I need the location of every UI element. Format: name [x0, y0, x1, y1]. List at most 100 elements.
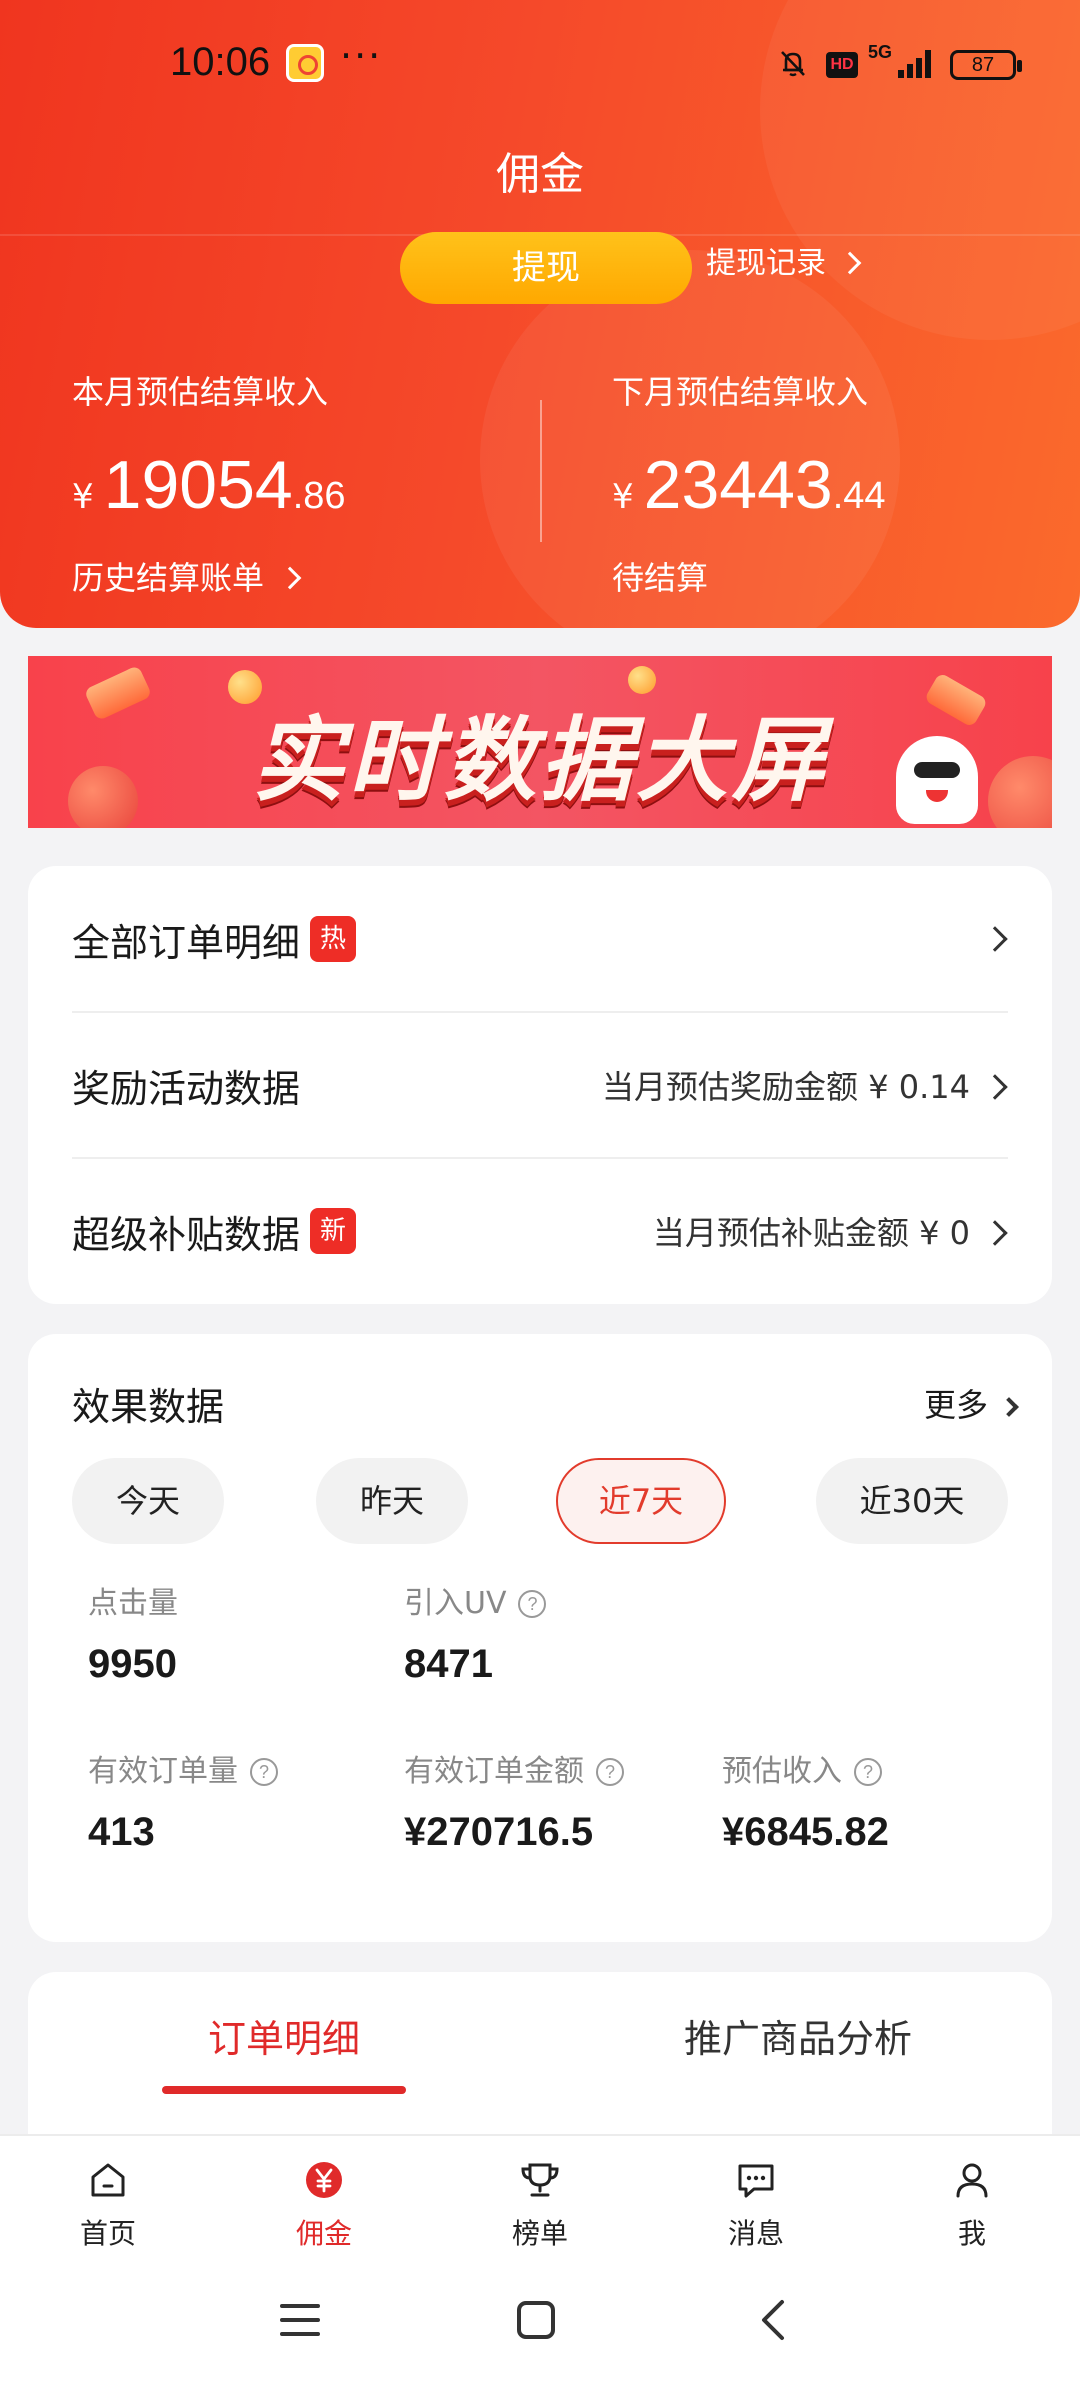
- active-tab-indicator: [162, 2086, 406, 2094]
- nav-label: 首页: [79, 2217, 136, 2250]
- metric-value: ¥6845.82: [722, 1810, 889, 1854]
- earnings-label: 下月预估结算收入: [612, 373, 869, 411]
- earnings-amount: ¥ 23443 .44: [612, 446, 886, 526]
- app-notification-icon: [286, 44, 324, 82]
- divider: [540, 400, 542, 542]
- range-tab-yesterday[interactable]: 昨天: [316, 1458, 468, 1544]
- chevron-right-icon: [838, 251, 862, 275]
- history-bill-link[interactable]: 历史结算账单: [72, 556, 346, 600]
- nav-me[interactable]: 我: [912, 2158, 1032, 2252]
- hot-badge: 热: [310, 916, 357, 962]
- nav-label: 榜单: [511, 2217, 568, 2250]
- metric-label: 有效订单金额?: [404, 1752, 624, 1792]
- range-tab-today[interactable]: 今天: [72, 1458, 224, 1544]
- nav-label: 消息: [727, 2217, 784, 2250]
- trophy-icon: [521, 2163, 559, 2197]
- earnings-header: 10:06 ··· HD 5G 87 佣金 提现 提现记录 本月预估结算收入 ¥…: [0, 0, 1080, 628]
- battery-icon: 87: [950, 50, 1022, 80]
- reward-activity-row[interactable]: 奖励活动数据 当月预估奖励金额 ¥ 0.14: [72, 1012, 1040, 1158]
- chevron-right-icon: [982, 926, 1008, 952]
- chevron-right-icon: [982, 1074, 1008, 1100]
- withdraw-record-label: 提现记录: [706, 246, 826, 281]
- data-links-card: 全部订单明细 热 奖励活动数据 当月预估奖励金额 ¥ 0.14 超级补贴数据 新…: [28, 866, 1052, 1304]
- metric-label-text: 有效订单量: [88, 1754, 238, 1789]
- history-bill-label: 历史结算账单: [72, 559, 265, 597]
- row-right: 当月预估补贴金额 ¥ 0: [652, 1208, 1008, 1254]
- metric-value: 8471: [404, 1642, 493, 1686]
- withdraw-button[interactable]: 提现: [400, 232, 692, 304]
- new-badge: 新: [310, 1208, 357, 1254]
- chevron-right-icon: [999, 1397, 1019, 1417]
- metric-label-text: 点击量: [88, 1586, 178, 1621]
- metric-label-text: 预估收入: [722, 1754, 842, 1789]
- effect-data-card: 效果数据 更多 今天 昨天 近7天 近30天 点击量 9950 引入UV? 84…: [28, 1334, 1052, 1942]
- metric-order-amount: 有效订单金额? ¥270716.5: [404, 1752, 624, 1855]
- earnings-label: 本月预估结算收入: [72, 373, 329, 411]
- hd-voice-icon: HD: [826, 52, 858, 78]
- super-subsidy-row[interactable]: 超级补贴数据 新 当月预估补贴金额 ¥ 0: [72, 1158, 1040, 1304]
- home-square-icon[interactable]: [514, 2298, 558, 2342]
- help-icon[interactable]: ?: [250, 1758, 278, 1786]
- metric-label: 预估收入?: [722, 1752, 889, 1792]
- row-label: 超级补贴数据: [72, 1212, 301, 1257]
- section-title: 效果数据: [72, 1385, 225, 1429]
- metric-valid-orders: 有效订单量? 413: [88, 1752, 278, 1855]
- row-right: 当月预估奖励金额 ¥ 0.14: [602, 1062, 1008, 1108]
- status-time: 10:06: [170, 40, 271, 84]
- range-tab-7days[interactable]: 近7天: [556, 1458, 726, 1544]
- help-icon[interactable]: ?: [596, 1758, 624, 1786]
- metric-label: 有效订单量?: [88, 1752, 278, 1792]
- amount-integer: 23443: [643, 447, 833, 523]
- amount-decimal: .86: [292, 475, 346, 517]
- chevron-right-icon: [278, 566, 302, 590]
- bottom-navigation: 首页 佣金 榜单 消息 我: [0, 2134, 1080, 2256]
- home-icon: [91, 2163, 125, 2197]
- metric-estimated-income: 预估收入? ¥6845.82: [722, 1752, 889, 1855]
- this-month-earnings: 本月预估结算收入 ¥ 19054 .86 历史结算账单: [72, 372, 346, 600]
- amount-integer: 19054: [103, 447, 293, 523]
- status-bar: 10:06 ··· HD 5G 87: [0, 0, 1080, 130]
- all-orders-row[interactable]: 全部订单明细 热: [72, 866, 1040, 1012]
- menu-icon[interactable]: [278, 2298, 322, 2342]
- pending-settlement-link[interactable]: 待结算: [612, 556, 886, 600]
- message-icon: [738, 2164, 774, 2198]
- metric-uv: 引入UV? 8471: [404, 1584, 547, 1687]
- withdraw-record-link[interactable]: 提现记录: [706, 244, 862, 284]
- more-link[interactable]: 更多: [923, 1380, 1019, 1426]
- mascot-icon: [896, 736, 978, 824]
- realtime-data-banner[interactable]: 实时数据大屏: [28, 656, 1052, 828]
- help-icon[interactable]: ?: [518, 1590, 547, 1618]
- tab-product-analysis[interactable]: 推广商品分析: [648, 2008, 948, 2063]
- more-notifications-icon: ···: [340, 34, 383, 78]
- help-icon[interactable]: ?: [854, 1758, 882, 1786]
- yen-icon: [306, 2162, 342, 2198]
- back-icon[interactable]: [752, 2298, 796, 2342]
- nav-ranking[interactable]: 榜单: [480, 2158, 600, 2252]
- range-tab-30days[interactable]: 近30天: [816, 1458, 1008, 1544]
- nav-home[interactable]: 首页: [48, 2158, 168, 2252]
- row-right: [970, 920, 1008, 958]
- nav-messages[interactable]: 消息: [696, 2158, 816, 2252]
- subsidy-amount-text: 当月预估补贴金额 ¥ 0: [652, 1214, 970, 1252]
- metric-clicks: 点击量 9950: [88, 1584, 178, 1687]
- next-month-earnings: 下月预估结算收入 ¥ 23443 .44 待结算: [612, 372, 886, 600]
- metric-label: 引入UV?: [404, 1584, 547, 1624]
- tab-order-details[interactable]: 订单明细: [162, 2008, 406, 2063]
- user-icon: [956, 2163, 988, 2198]
- metric-value: 9950: [88, 1642, 177, 1686]
- more-label: 更多: [923, 1386, 988, 1424]
- nav-commission[interactable]: 佣金: [264, 2158, 384, 2252]
- metric-label-text: 引入UV: [404, 1586, 507, 1621]
- row-label: 奖励活动数据: [72, 1066, 301, 1111]
- metric-label-text: 有效订单金额: [404, 1754, 584, 1789]
- earnings-amount: ¥ 19054 .86: [72, 446, 346, 526]
- metric-value: ¥270716.5: [404, 1810, 594, 1854]
- network-type: 5G: [868, 42, 893, 62]
- amount-decimal: .44: [832, 475, 886, 517]
- chevron-right-icon: [982, 1220, 1008, 1246]
- nav-label: 我: [957, 2217, 986, 2250]
- reward-amount-text: 当月预估奖励金额 ¥ 0.14: [602, 1068, 970, 1106]
- system-navigation-bar: [0, 2256, 1080, 2400]
- nav-label: 佣金: [295, 2217, 352, 2250]
- row-label: 全部订单明细: [72, 920, 301, 965]
